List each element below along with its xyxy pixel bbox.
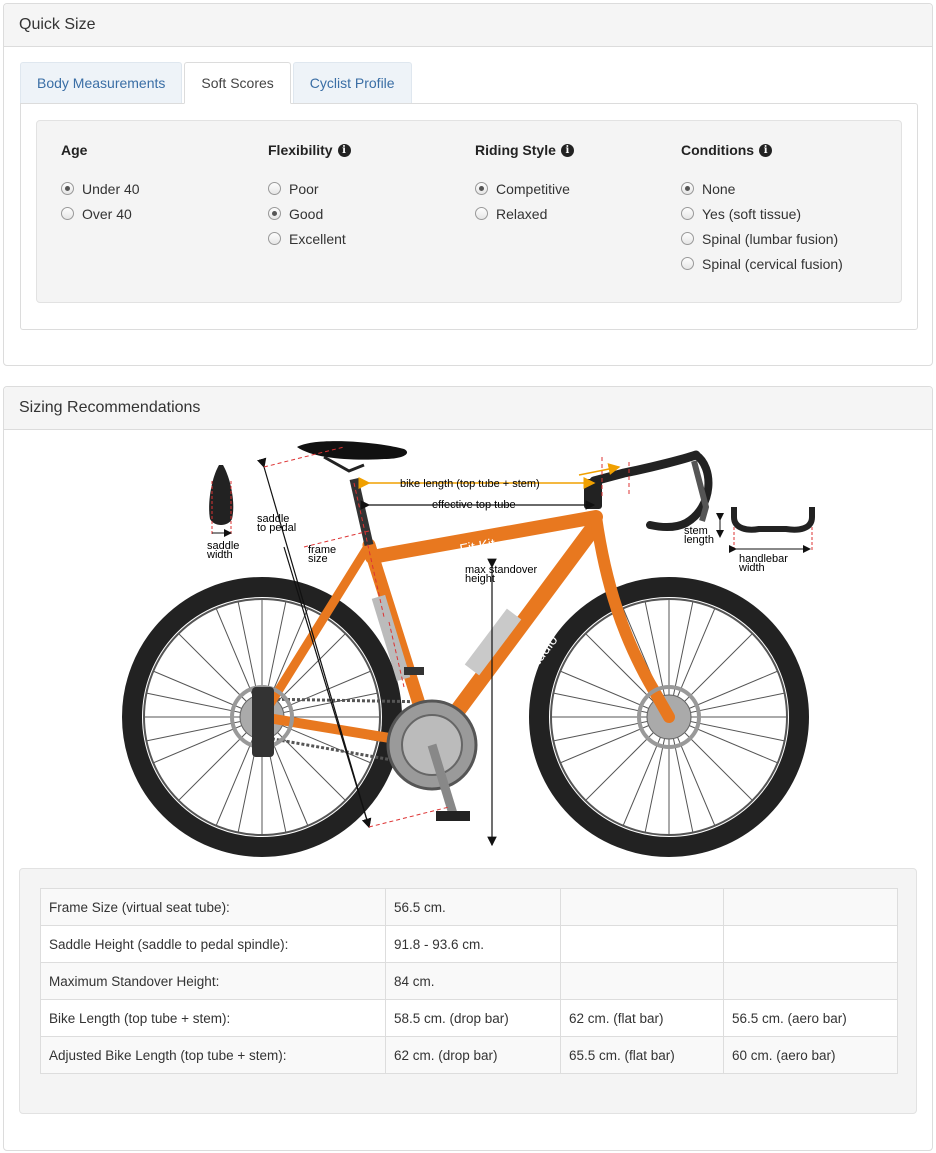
conditions-title-label: Conditions [681, 142, 755, 158]
table-cell: Bike Length (top tube + stem): [40, 999, 386, 1037]
tab-body-measurements[interactable]: Body Measurements [20, 62, 183, 104]
radio-lumbar-fusion[interactable] [681, 232, 694, 245]
flexibility-option-label: Good [289, 205, 324, 222]
quick-size-heading: Quick Size [4, 4, 932, 47]
conditions-option-label: Yes (soft tissue) [702, 205, 802, 222]
riding-style-group: Riding Style i Competitive Relaxed [475, 141, 574, 226]
sizing-table: Frame Size (virtual seat tube): 56.5 cm.… [40, 888, 898, 1074]
table-cell: Adjusted Bike Length (top tube + stem): [40, 1036, 386, 1074]
conditions-option-label: None [702, 180, 736, 197]
rear-derailleur [252, 687, 274, 757]
quick-size-panel: Quick Size Body Measurements Soft Scores… [3, 3, 933, 366]
crankset [386, 667, 478, 821]
radio-poor[interactable] [268, 182, 281, 195]
radio-relaxed[interactable] [475, 207, 488, 220]
info-icon[interactable]: i [759, 143, 773, 157]
stem-length-label-2: length [684, 534, 714, 546]
radio-soft-tissue[interactable] [681, 207, 694, 220]
saddle-width-label-2: width [206, 549, 233, 561]
age-option-over-40[interactable]: Over 40 [61, 201, 140, 226]
flexibility-title-label: Flexibility [268, 142, 333, 158]
table-row: Bike Length (top tube + stem): 58.5 cm. … [40, 999, 898, 1037]
table-cell: Saddle Height (saddle to pedal spindle): [40, 925, 386, 963]
conditions-option-label: Spinal (lumbar fusion) [702, 230, 839, 247]
table-cell: 58.5 cm. (drop bar) [385, 999, 561, 1037]
conditions-option-label: Spinal (cervical fusion) [702, 255, 843, 272]
sizing-heading: Sizing Recommendations [4, 387, 932, 430]
handlebar-width-label-2: width [738, 562, 765, 574]
flexibility-option-good[interactable]: Good [268, 201, 351, 226]
conditions-group: Conditions i None Yes (soft tissue) Spina… [681, 141, 843, 276]
radio-over-40[interactable] [61, 207, 74, 220]
tab-content: Age Under 40 Over 40 Flexibility i Poor G… [20, 103, 918, 330]
table-row: Saddle Height (saddle to pedal spindle):… [40, 925, 898, 963]
table-row: Adjusted Bike Length (top tube + stem): … [40, 1036, 898, 1074]
table-row: Frame Size (virtual seat tube): 56.5 cm. [40, 888, 898, 926]
sizing-panel: Sizing Recommendations Fit Kit Studio sa… [3, 386, 933, 1151]
radio-competitive[interactable] [475, 182, 488, 195]
flexibility-group: Flexibility i Poor Good Excellent [268, 141, 351, 251]
saddle-to-pedal-label-2: to pedal [257, 522, 296, 534]
bike-diagram-svg: Fit Kit Studio saddle width handlebar wi… [122, 441, 815, 857]
frame-size-label-2: size [308, 553, 328, 565]
tab-soft-scores[interactable]: Soft Scores [184, 62, 291, 104]
saddle-width-inset: saddle width [206, 465, 239, 561]
flexibility-option-label: Excellent [289, 230, 346, 247]
radio-under-40[interactable] [61, 182, 74, 195]
soft-scores-well: Age Under 40 Over 40 Flexibility i Poor G… [36, 120, 902, 303]
table-cell [560, 962, 724, 1000]
table-cell [723, 925, 898, 963]
conditions-option-none[interactable]: None [681, 176, 843, 201]
age-option-label: Under 40 [82, 180, 140, 197]
info-icon[interactable]: i [337, 143, 351, 157]
table-cell [560, 888, 724, 926]
table-cell [723, 962, 898, 1000]
table-cell: 56.5 cm. (aero bar) [723, 999, 898, 1037]
tab-cyclist-profile[interactable]: Cyclist Profile [292, 62, 412, 104]
table-row: Maximum Standover Height: 84 cm. [40, 962, 898, 1000]
table-cell: Maximum Standover Height: [40, 962, 386, 1000]
saddle [297, 441, 408, 546]
flexibility-option-label: Poor [289, 180, 319, 197]
flexibility-option-excellent[interactable]: Excellent [268, 226, 351, 251]
riding-style-option-relaxed[interactable]: Relaxed [475, 201, 574, 226]
radio-good[interactable] [268, 207, 281, 220]
table-cell: 62 cm. (flat bar) [560, 999, 724, 1037]
riding-style-title-label: Riding Style [475, 142, 556, 158]
conditions-title: Conditions i [681, 141, 843, 159]
age-option-under-40[interactable]: Under 40 [61, 176, 140, 201]
bike-length-label: bike length (top tube + stem) [400, 478, 540, 490]
table-cell [560, 925, 724, 963]
table-cell: 84 cm. [385, 962, 561, 1000]
table-cell: 62 cm. (drop bar) [385, 1036, 561, 1074]
results-well: Frame Size (virtual seat tube): 56.5 cm.… [19, 868, 917, 1114]
radio-excellent[interactable] [268, 232, 281, 245]
age-title-label: Age [61, 142, 88, 158]
flexibility-title: Flexibility i [268, 141, 351, 159]
table-cell: 56.5 cm. [385, 888, 561, 926]
riding-style-option-competitive[interactable]: Competitive [475, 176, 574, 201]
info-icon[interactable]: i [560, 143, 574, 157]
age-option-label: Over 40 [82, 205, 132, 222]
bike-diagram: Fit Kit Studio saddle width handlebar wi… [114, 427, 834, 867]
riding-style-option-label: Competitive [496, 180, 570, 197]
conditions-option-soft-tissue[interactable]: Yes (soft tissue) [681, 201, 843, 226]
conditions-option-lumbar-fusion[interactable]: Spinal (lumbar fusion) [681, 226, 843, 251]
tab-bar: Body Measurements Soft Scores Cyclist Pr… [20, 62, 414, 104]
table-cell: Frame Size (virtual seat tube): [40, 888, 386, 926]
conditions-option-cervical-fusion[interactable]: Spinal (cervical fusion) [681, 251, 843, 276]
table-cell: 60 cm. (aero bar) [723, 1036, 898, 1074]
radio-none[interactable] [681, 182, 694, 195]
riding-style-title: Riding Style i [475, 141, 574, 159]
table-cell [723, 888, 898, 926]
age-group: Age Under 40 Over 40 [61, 141, 140, 226]
table-cell: 65.5 cm. (flat bar) [560, 1036, 724, 1074]
flexibility-option-poor[interactable]: Poor [268, 176, 351, 201]
table-cell: 91.8 - 93.6 cm. [385, 925, 561, 963]
age-title: Age [61, 141, 140, 159]
radio-cervical-fusion[interactable] [681, 257, 694, 270]
effective-top-tube-label: effective top tube [432, 499, 516, 511]
max-standover-label-2: height [465, 573, 495, 585]
riding-style-option-label: Relaxed [496, 205, 548, 222]
